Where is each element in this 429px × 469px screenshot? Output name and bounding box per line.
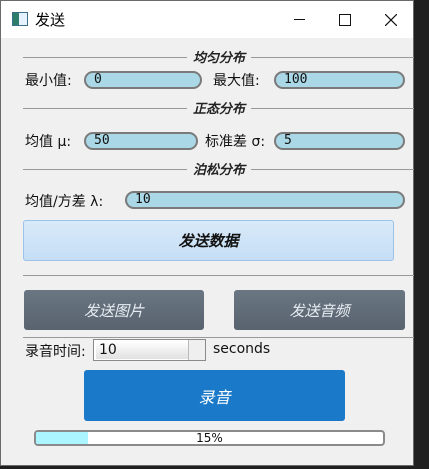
std-input[interactable]: 5 bbox=[274, 132, 405, 150]
minimize-button[interactable] bbox=[276, 1, 322, 38]
max-label: 最大值: bbox=[213, 73, 260, 89]
lambda-label: 均值/方差 λ: bbox=[25, 194, 104, 210]
window-title: 发送 bbox=[35, 11, 66, 29]
normal-section-header: 正态分布 bbox=[23, 98, 415, 117]
background-edge bbox=[414, 0, 429, 469]
record-time-value[interactable]: 10 bbox=[96, 341, 189, 359]
close-button[interactable] bbox=[368, 1, 414, 38]
uniform-section-header: 均匀分布 bbox=[23, 47, 415, 66]
send-image-button[interactable]: 发送图片 bbox=[24, 290, 204, 330]
mean-label: 均值 μ: bbox=[25, 134, 72, 150]
record-time-spinbox[interactable]: 10 bbox=[93, 339, 206, 361]
lambda-input[interactable]: 10 bbox=[125, 191, 405, 209]
divider bbox=[23, 275, 415, 276]
minimize-icon bbox=[293, 19, 305, 20]
min-label: 最小值: bbox=[25, 73, 72, 89]
max-value-input[interactable]: 100 bbox=[274, 71, 405, 89]
send-audio-button[interactable]: 发送音频 bbox=[234, 290, 405, 330]
min-value-input[interactable]: 0 bbox=[84, 71, 202, 89]
uniform-section-label: 均匀分布 bbox=[186, 47, 252, 66]
app-icon bbox=[12, 12, 28, 26]
close-icon bbox=[385, 13, 397, 26]
poisson-section-header: 泊松分布 bbox=[23, 159, 415, 178]
mean-input[interactable]: 50 bbox=[84, 132, 198, 150]
record-time-label: 录音时间: bbox=[25, 344, 86, 360]
record-progress-bar: 15% bbox=[34, 430, 385, 446]
poisson-section-label: 泊松分布 bbox=[186, 159, 252, 178]
maximize-button[interactable] bbox=[322, 1, 368, 38]
std-label: 标准差 σ: bbox=[205, 134, 266, 150]
maximize-icon bbox=[339, 13, 351, 26]
normal-section-label: 正态分布 bbox=[186, 98, 252, 117]
title-bar: 发送 bbox=[1, 1, 413, 38]
record-button[interactable]: 录音 bbox=[84, 370, 345, 421]
progress-text: 15% bbox=[196, 431, 223, 445]
seconds-label: seconds bbox=[213, 341, 271, 357]
divider bbox=[23, 337, 415, 338]
send-window: 发送 均匀分布 最小值: 0 最大值: 100 正态分布 均值 μ: 50 标准… bbox=[0, 0, 415, 466]
send-data-button[interactable]: 发送数据 bbox=[23, 220, 394, 261]
spin-arrows-icon[interactable] bbox=[188, 340, 205, 360]
